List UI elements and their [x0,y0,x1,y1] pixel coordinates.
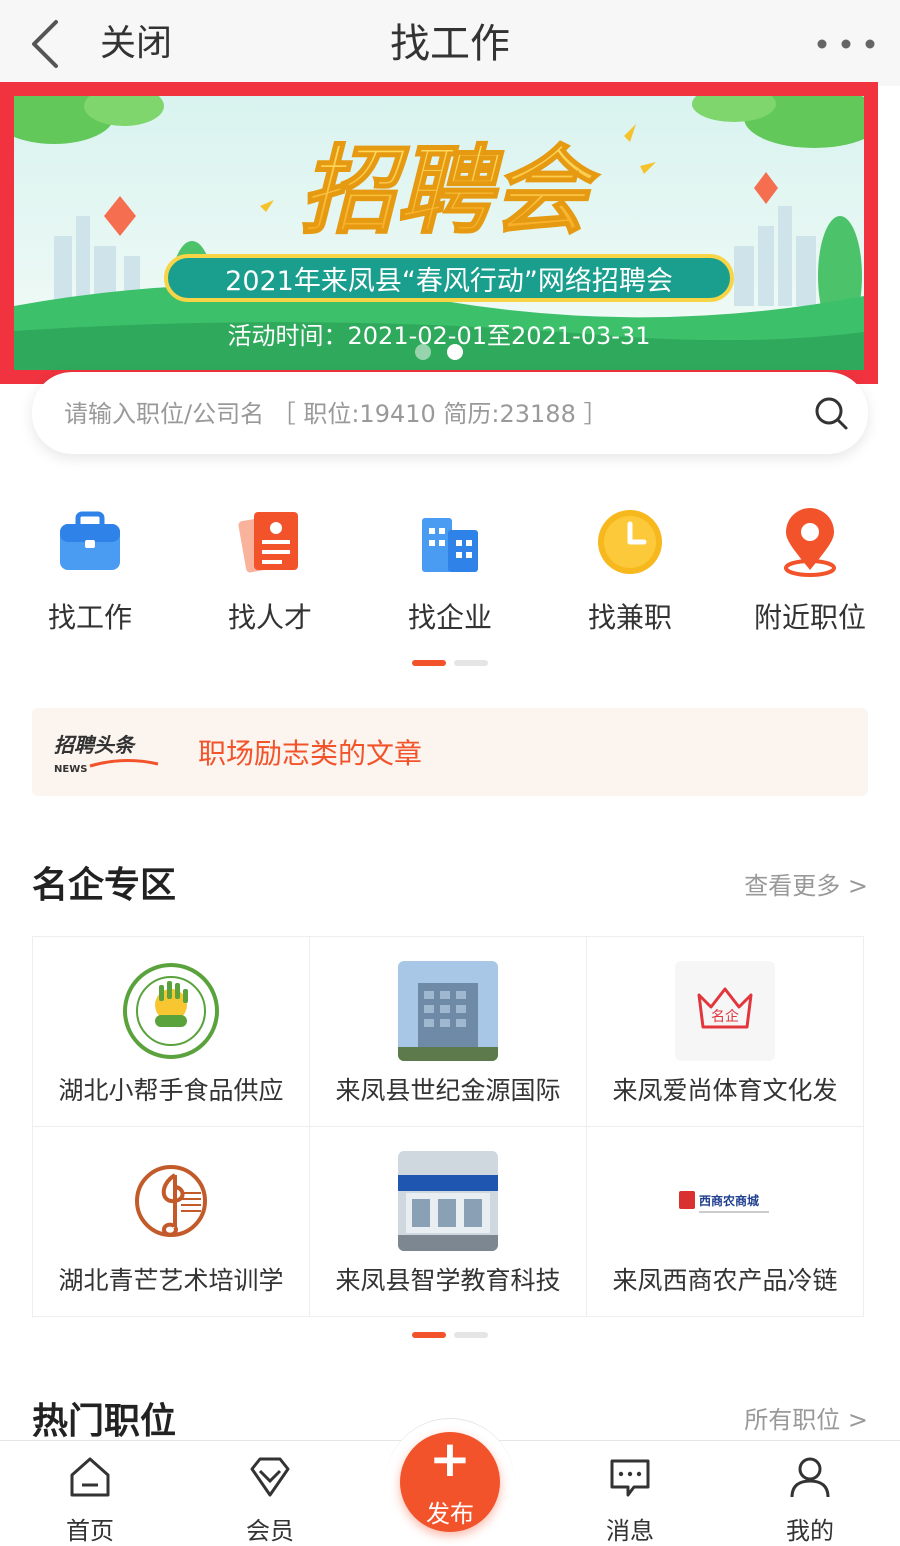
plus-icon: + [429,1430,471,1488]
news-headline-bar[interactable]: 招聘头条 NEWS 职场励志类的文章 [32,708,868,796]
company-card[interactable]: 湖北小帮手食品供应 [33,937,310,1127]
featured-section-title: 名企专区 [32,865,177,906]
search-bar[interactable]: 请输入职位/公司名 ［ 职位:19410 简历:23188 ］ [32,372,868,454]
tab-messages[interactable]: 消息 [570,1449,690,1545]
svg-text:招聘头条: 招聘头条 [54,733,137,757]
category-find-parttime[interactable]: 找兼职 [540,500,720,640]
featured-company-grid: 湖北小帮手食品供应 来凤县世纪金源国际 名企 来凤爱尚体育文化发 湖北青芒艺术培… [32,936,864,1318]
home-icon [70,1457,110,1497]
xishang-logo: 西商农商城 [675,1151,775,1251]
tab-label: 首页 [66,1517,114,1545]
xiaobangshou-logo [123,963,219,1059]
company-name: 湖北青芒艺术培训学 [58,1266,284,1295]
category-find-job[interactable]: 找工作 [0,500,180,640]
company-name: 来凤爱尚体育文化发 [612,1076,838,1105]
publish-label: 发布 [426,1500,474,1528]
publish-button[interactable]: + 发布 [400,1432,500,1532]
news-logo: 招聘头条 NEWS [54,733,159,775]
tab-label: 消息 [606,1517,654,1545]
category-menu: 找工作 找人才 找企业 找兼职 附近职位 [0,500,900,640]
music-note-logo [121,1151,221,1251]
close-button[interactable]: 关闭 [100,18,172,70]
user-icon [790,1457,830,1498]
job-fair-banner[interactable]: 招聘会 2021年来凤县“春风行动”网络招聘会 活动时间：2021-02-01至… [0,82,878,384]
storefront-photo [398,1151,498,1251]
company-name: 湖北小帮手食品供应 [58,1076,284,1105]
company-pager [0,1332,900,1338]
company-name: 来凤县智学教育科技 [335,1266,561,1295]
category-find-company[interactable]: 找企业 [360,500,540,640]
back-button[interactable] [26,16,66,72]
building-icon [422,518,478,572]
category-label: 找兼职 [587,601,672,634]
company-card[interactable]: 西商农商城 来凤西商农产品冷链 [587,1127,864,1317]
tab-member[interactable]: 会员 [210,1449,330,1545]
search-icon[interactable] [812,394,850,432]
pager-indicator-active [412,1332,446,1338]
hot-jobs-section-title: 热门职位 [32,1401,177,1442]
resume-icon [238,512,298,573]
pager-indicator-active [412,660,446,666]
svg-text:NEWS: NEWS [54,764,87,775]
category-label: 附近职位 [753,601,866,634]
banner-dot-active[interactable] [447,344,463,360]
company-card[interactable]: 来凤县世纪金源国际 [310,937,587,1127]
category-label: 找工作 [47,601,132,634]
news-headline[interactable]: 职场励志类的文章 [198,732,422,772]
banner-subtitle: 2021年来凤县“春风行动”网络招聘会 [164,254,734,302]
diamond-icon [250,1457,290,1497]
category-label: 找企业 [407,601,492,634]
location-pin-icon [784,508,836,577]
tab-label: 会员 [246,1517,294,1545]
tab-home[interactable]: 首页 [30,1449,150,1545]
category-find-talent[interactable]: 找人才 [180,500,360,640]
pager-indicator [454,1332,488,1338]
more-dots-icon [817,39,875,49]
svg-text:名企: 名企 [711,1008,739,1025]
clock-icon [598,510,662,574]
tab-label: 我的 [786,1517,834,1545]
category-nearby-jobs[interactable]: 附近职位 [720,500,900,640]
banner-dot[interactable] [415,344,431,360]
company-name: 来凤西商农产品冷链 [612,1266,838,1295]
briefcase-icon [60,511,120,570]
message-icon [610,1459,650,1497]
svg-text:西商农商城: 西商农商城 [699,1193,759,1208]
banner-title: 招聘会 [300,135,600,247]
company-card[interactable]: 来凤县智学教育科技 [310,1127,587,1317]
chevron-left-icon [32,20,58,68]
category-pager [0,660,900,666]
hot-jobs-more-link[interactable]: 所有职位 > [744,1400,868,1435]
banner-pagination [14,344,864,360]
featured-more-link[interactable]: 查看更多 > [744,866,868,901]
company-card[interactable]: 名企 来凤爱尚体育文化发 [587,937,864,1127]
company-card[interactable]: 湖北青芒艺术培训学 [33,1127,310,1317]
building-photo [398,961,498,1061]
search-input[interactable]: 请输入职位/公司名 ［ 职位:19410 简历:23188 ］ [64,394,607,429]
company-name: 来凤县世纪金源国际 [335,1076,561,1105]
more-options-button[interactable] [816,36,876,52]
pager-indicator [454,660,488,666]
page: 关闭 找工作 招聘会 2021年来凤县“春风行动”网络招聘会 活动时间：2021… [0,0,900,1546]
category-label: 找人才 [227,601,312,634]
tab-mine[interactable]: 我的 [750,1449,870,1545]
mingqi-logo: 名企 [675,961,775,1061]
top-nav-bar: 关闭 找工作 [0,0,900,86]
